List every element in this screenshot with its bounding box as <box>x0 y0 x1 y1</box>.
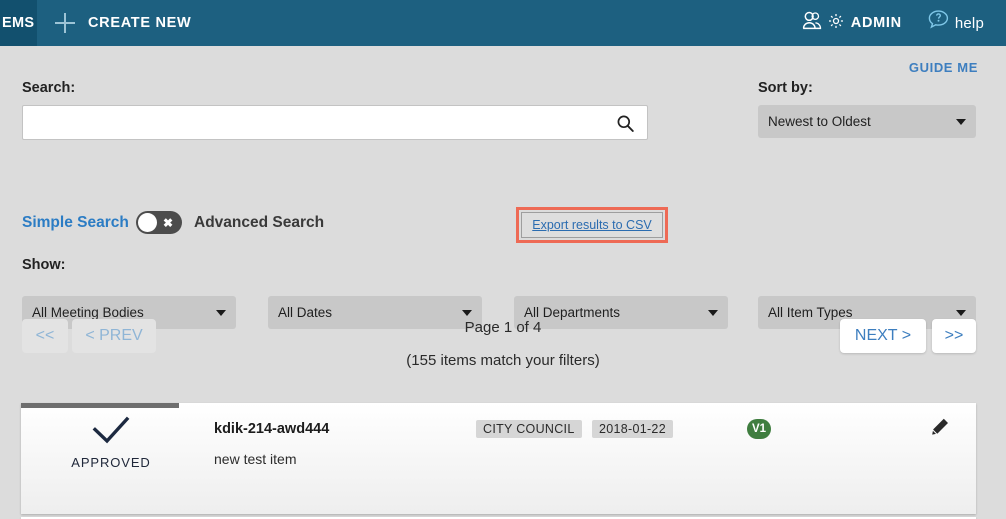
search-mode-toggle[interactable]: ✖ <box>136 211 182 234</box>
filter-meeting-bodies-value: All Meeting Bodies <box>32 305 144 320</box>
chevron-down-icon <box>956 118 966 125</box>
result-status-group: APPROVED <box>21 415 201 472</box>
export-csv-link[interactable]: Export results to CSV <box>532 218 652 232</box>
nav-tab-items-label: EMS <box>2 15 35 31</box>
sort-by-select[interactable]: Newest to Oldest <box>758 105 976 138</box>
chevron-down-icon <box>216 309 226 316</box>
help-label: help <box>954 14 984 32</box>
export-highlight-box: Export results to CSV <box>516 207 668 243</box>
result-subtitle: new test item <box>214 451 297 467</box>
create-new-button[interactable]: CREATE NEW <box>37 0 205 46</box>
export-button[interactable]: Export results to CSV <box>521 212 663 238</box>
page-body: GUIDE ME Search: Simple Search ✖ Advance… <box>0 46 1006 519</box>
chevron-down-icon <box>956 309 966 316</box>
users-admin-icon <box>801 8 827 39</box>
pencil-edit-icon[interactable] <box>929 417 950 443</box>
pagination-next-button[interactable]: NEXT > <box>840 319 926 353</box>
nav-tab-items[interactable]: EMS <box>0 0 37 46</box>
chevron-down-icon <box>708 309 718 316</box>
checkmark-icon <box>21 415 201 452</box>
chevron-down-icon <box>462 309 472 316</box>
result-card[interactable]: APPROVED kdik-214-awd444 new test item C… <box>21 403 976 514</box>
toggle-x-icon: ✖ <box>163 215 174 230</box>
header-right-group: ADMIN help <box>801 0 1006 46</box>
search-field-wrapper[interactable] <box>22 105 648 140</box>
gear-icon <box>828 13 844 34</box>
result-card-accent-bar <box>21 403 179 408</box>
sort-by-value: Newest to Oldest <box>768 114 871 129</box>
search-icon[interactable] <box>616 114 635 138</box>
toggle-knob <box>138 213 157 232</box>
pagination-last-button[interactable]: >> <box>932 319 976 353</box>
result-version-badge: V1 <box>747 419 771 439</box>
admin-label: ADMIN <box>850 15 902 31</box>
app-root: EMS CREATE NEW ADMIN help GUIDE ME Searc… <box>0 0 1006 519</box>
help-button[interactable]: help <box>926 8 984 38</box>
advanced-search-label[interactable]: Advanced Search <box>194 214 324 232</box>
result-date-badge: 2018-01-22 <box>592 420 673 438</box>
plus-icon <box>55 13 75 33</box>
result-meeting-body-badge: CITY COUNCIL <box>476 420 582 438</box>
search-label: Search: <box>22 80 76 96</box>
admin-menu-button[interactable]: ADMIN <box>801 8 902 39</box>
guide-me-link[interactable]: GUIDE ME <box>909 60 978 75</box>
result-status-label: APPROVED <box>71 455 151 470</box>
filter-dates-value: All Dates <box>278 305 333 320</box>
search-input[interactable] <box>23 106 647 139</box>
create-new-label: CREATE NEW <box>88 15 192 31</box>
pagination-match-info: (155 items match your filters) <box>406 352 600 369</box>
show-label: Show: <box>22 257 66 273</box>
simple-search-link[interactable]: Simple Search <box>22 214 129 232</box>
result-title[interactable]: kdik-214-awd444 <box>214 421 329 437</box>
sort-by-label: Sort by: <box>758 80 813 96</box>
filter-item-types-value: All Item Types <box>768 305 853 320</box>
filter-departments-value: All Departments <box>524 305 621 320</box>
question-bubble-icon <box>926 8 951 38</box>
top-header-bar: EMS CREATE NEW ADMIN help <box>0 0 1006 46</box>
